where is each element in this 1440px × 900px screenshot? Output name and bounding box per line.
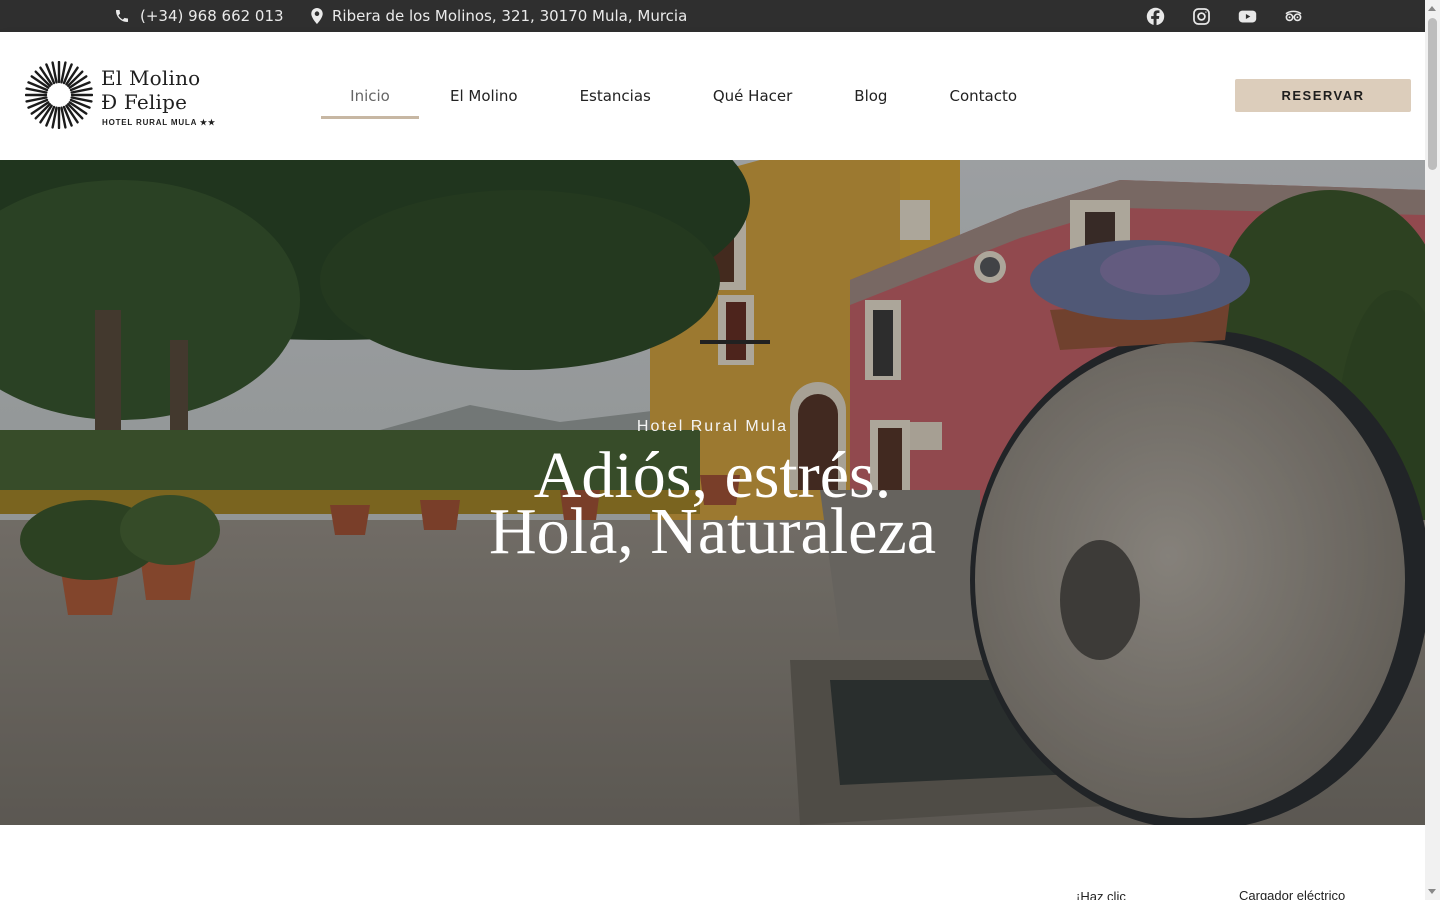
- nav-item-label: Blog: [854, 87, 888, 105]
- hero-title-line-2: Hola, Naturaleza: [488, 495, 937, 568]
- scroll-down-arrow-icon[interactable]: [1428, 889, 1436, 894]
- site-header: El Molino Đ Felipe HOTEL RURAL MULA ★★ I…: [0, 32, 1425, 160]
- site-logo[interactable]: El Molino Đ Felipe HOTEL RURAL MULA ★★: [25, 61, 225, 131]
- social-links: [1146, 0, 1303, 32]
- nav-item-label: El Molino: [450, 87, 518, 105]
- address-link[interactable]: Ribera de los Molinos, 321, 30170 Mula, …: [310, 0, 687, 32]
- nav-item-label: Qué Hacer: [712, 87, 793, 105]
- sun-logo-icon: [25, 61, 93, 129]
- map-pin-icon: [310, 8, 324, 24]
- hero-title: Adiós, estrés. Hola, Naturaleza: [0, 443, 1425, 568]
- scrollbar-thumb[interactable]: [1428, 18, 1437, 170]
- tripadvisor-icon[interactable]: [1284, 7, 1303, 26]
- nav-item-estancias[interactable]: Estancias: [580, 32, 651, 160]
- main-nav: Inicio El Molino Estancias Qué Hacer Blo…: [321, 32, 1017, 160]
- page-scrollbar[interactable]: [1425, 0, 1440, 900]
- address-text[interactable]: Ribera de los Molinos, 321, 30170 Mula, …: [332, 7, 687, 25]
- phone-number[interactable]: (+34) 968 662 013: [140, 7, 284, 25]
- nav-item-label: Contacto: [949, 87, 1018, 105]
- instagram-icon[interactable]: [1192, 7, 1211, 26]
- nav-item-el-molino[interactable]: El Molino: [450, 32, 518, 160]
- hero-kicker: Hotel Rural Mula: [636, 418, 789, 435]
- page: (+34) 968 662 013 Ribera de los Molinos,…: [0, 0, 1440, 900]
- nav-item-que-hacer[interactable]: Qué Hacer: [713, 32, 792, 160]
- below-hero-section: ¡Haz clic Cargador eléctrico: [0, 825, 1425, 900]
- nav-item-label: Inicio: [350, 87, 390, 105]
- nav-item-inicio[interactable]: Inicio: [321, 32, 419, 160]
- nav-item-blog[interactable]: Blog: [854, 32, 887, 160]
- facebook-icon[interactable]: [1146, 7, 1165, 26]
- nav-item-contacto[interactable]: Contacto: [949, 32, 1017, 160]
- cargador-electrico-link[interactable]: Cargador eléctrico: [1239, 888, 1345, 900]
- logo-line-1: El Molino: [101, 66, 201, 90]
- haz-clic-link[interactable]: ¡Haz clic: [1076, 889, 1126, 900]
- hero-banner: Hotel Rural Mula Adiós, estrés. Hola, Na…: [0, 160, 1425, 825]
- scroll-up-arrow-icon[interactable]: [1428, 6, 1436, 11]
- phone-icon: [114, 8, 130, 24]
- youtube-icon[interactable]: [1238, 7, 1257, 26]
- nav-item-label: Estancias: [579, 87, 651, 105]
- reservar-button[interactable]: RESERVAR: [1235, 79, 1411, 112]
- logo-tagline: HOTEL RURAL MULA ★★: [102, 118, 216, 127]
- phone-link[interactable]: (+34) 968 662 013: [114, 0, 284, 32]
- top-bar: (+34) 968 662 013 Ribera de los Molinos,…: [0, 0, 1425, 32]
- logo-line-2: Đ Felipe: [101, 90, 188, 114]
